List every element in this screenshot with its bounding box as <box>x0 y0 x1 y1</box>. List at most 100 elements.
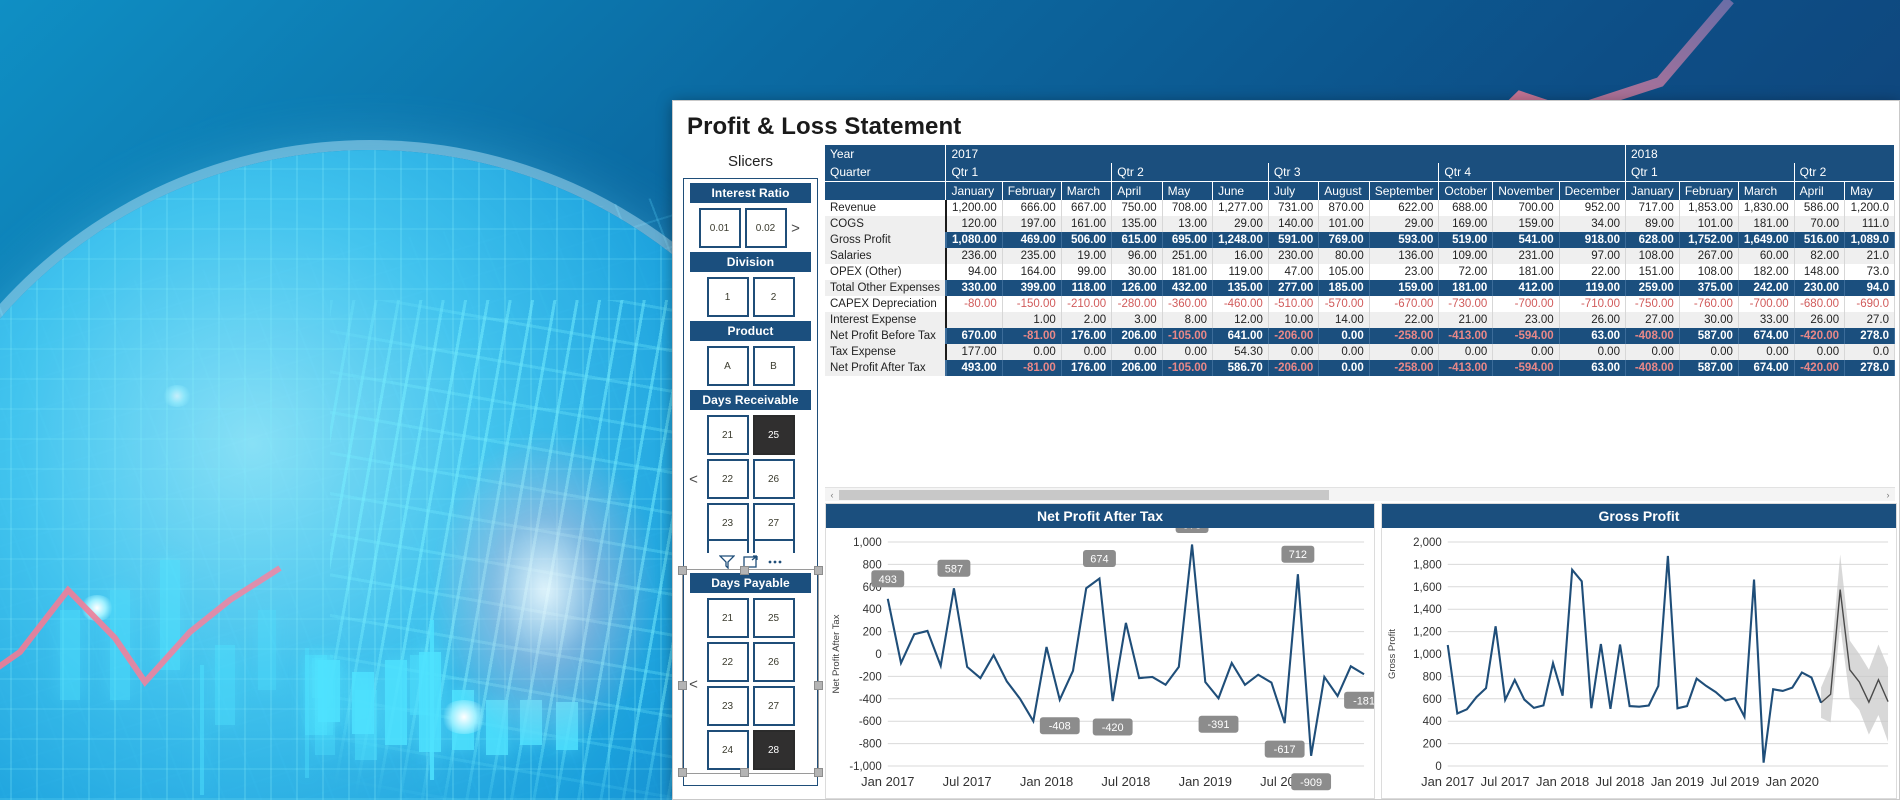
resize-handle-top-left[interactable] <box>678 566 687 575</box>
matrix-quarter-2: Qtr 3 <box>1268 163 1440 182</box>
chart-net-profit-after-tax[interactable]: Net Profit After Tax -1,000 -800 -600 -400 -… <box>825 503 1375 799</box>
resize-handle-top-right[interactable] <box>814 566 823 575</box>
matrix-cell: -730.00 <box>1438 296 1494 312</box>
matrix-horizontal-scrollbar[interactable]: ‹ › <box>825 487 1895 501</box>
matrix-cell: -258.00 <box>1369 360 1440 376</box>
resize-handle-bottom-right[interactable] <box>814 768 823 777</box>
slicer-option-days-payable-2[interactable]: 22 <box>706 642 749 682</box>
matrix-cell: 952.00 <box>1559 200 1626 216</box>
slicer-option-days-payable-1[interactable]: 25 <box>752 598 795 638</box>
matrix-month-3: April <box>1111 181 1163 200</box>
data-label-text: -408 <box>1049 721 1071 733</box>
matrix-cell: 1,277.00 <box>1212 200 1269 216</box>
matrix-cell: 80.00 <box>1318 248 1370 264</box>
matrix-cell: 750.00 <box>1111 200 1163 216</box>
slicer-option-days-receivable-partial-2[interactable] <box>752 539 795 553</box>
slicer-option-days-receivable-5[interactable]: 27 <box>752 503 795 543</box>
matrix-cell: -258.00 <box>1369 328 1440 344</box>
slicer-option-days-payable-3[interactable]: 26 <box>752 642 795 682</box>
slicer-option-interest-ratio-0[interactable]: 0.01 <box>698 208 741 248</box>
scroll-right-arrow-icon[interactable]: › <box>1881 490 1895 500</box>
slicer-option-days-payable-6[interactable]: 24 <box>706 730 749 770</box>
slicer-option-division-0[interactable]: 1 <box>706 277 749 317</box>
matrix-cell: 591.00 <box>1268 232 1320 248</box>
slicer-prev-arrow-icon-days-payable[interactable]: < <box>687 598 701 770</box>
scroll-left-arrow-icon[interactable]: ‹ <box>825 490 839 500</box>
slicer-option-days-payable-5[interactable]: 27 <box>752 686 795 726</box>
matrix-month-1: February <box>1002 181 1062 200</box>
slicer-option-days-receivable-2[interactable]: 22 <box>706 459 749 499</box>
matrix-cell: 185.00 <box>1318 280 1370 296</box>
matrix-cell: 519.00 <box>1438 232 1494 248</box>
table-row: Tax Expense 177.00 0.00 0.00 0.00 0.00 54.30 0.… <box>825 344 1895 360</box>
slicer-title-days-payable: Days Payable <box>690 573 811 593</box>
data-label-text: 712 <box>1289 549 1307 561</box>
visual-header-icons <box>684 555 817 569</box>
x-axis-tick: Jan 2017 <box>1421 774 1474 789</box>
matrix-row-label-7: Interest Expense <box>825 312 947 328</box>
matrix-cell: 118.00 <box>1061 280 1113 296</box>
resize-handle-bottom-left[interactable] <box>678 768 687 777</box>
y-axis-tick: 1,600 <box>1413 582 1442 594</box>
data-label: -181 <box>1344 691 1374 709</box>
y-axis-tick: -200 <box>859 671 882 683</box>
slicer-option-days-payable-4[interactable]: 23 <box>706 686 749 726</box>
slicer-option-product-0[interactable]: A <box>706 346 749 386</box>
matrix-cell: 63.00 <box>1559 360 1626 376</box>
slicer-next-arrow-icon[interactable]: > <box>789 220 803 237</box>
matrix-row-label-2: Gross Profit <box>825 232 947 248</box>
slicer-option-days-receivable-0[interactable]: 21 <box>706 415 749 455</box>
matrix-quarter-3: Qtr 4 <box>1438 163 1626 182</box>
matrix-cell: 230.00 <box>1268 248 1320 264</box>
slicer-option-interest-ratio-1[interactable]: 0.02 <box>744 208 787 248</box>
chart-gross-profit[interactable]: Gross Profit 0 200 400 600 800 1,000 1,200 1,40… <box>1381 503 1897 799</box>
slicer-option-division-1[interactable]: 2 <box>752 277 795 317</box>
slicer-title-days-receivable: Days Receivable <box>690 390 811 410</box>
y-axis-tick: 1,800 <box>1413 559 1442 571</box>
matrix-cell: 277.00 <box>1268 280 1320 296</box>
matrix-cell: 82.00 <box>1794 248 1846 264</box>
matrix-cell: 870.00 <box>1318 200 1370 216</box>
more-options-icon[interactable] <box>767 555 783 569</box>
matrix-cell: 181.00 <box>1492 264 1560 280</box>
x-axis-tick: Jul 2018 <box>1101 774 1150 789</box>
slicer-option-days-receivable-4[interactable]: 23 <box>706 503 749 543</box>
matrix-cell: 731.00 <box>1268 200 1320 216</box>
resize-handle-top-center[interactable] <box>740 566 749 575</box>
matrix-cell: 615.00 <box>1111 232 1163 248</box>
matrix-header: Year 2017 2018 Quarter Qtr 1 Qtr 2 Qtr 3… <box>825 145 1895 200</box>
slicer-option-days-receivable-partial[interactable] <box>706 539 749 553</box>
matrix-cell: 30.00 <box>1679 312 1739 328</box>
chart-svg-npat: -1,000-800-600-400-20002004006008001,000… <box>831 528 1374 791</box>
resize-handle-middle-left[interactable] <box>678 681 687 690</box>
matrix-cell: 176.00 <box>1061 328 1113 344</box>
scrollbar-thumb[interactable] <box>839 489 1329 500</box>
matrix-cell: -680.00 <box>1794 296 1846 312</box>
y-axis-tick: 1,400 <box>1413 604 1442 616</box>
resize-handle-bottom-center[interactable] <box>740 768 749 777</box>
matrix-cell: 1,830.00 <box>1738 200 1795 216</box>
matrix-row-label-6: CAPEX Depreciation <box>825 296 947 312</box>
slicer-option-days-payable-7[interactable]: 28 <box>752 730 795 770</box>
matrix-cell: 0.00 <box>1438 344 1494 360</box>
filter-icon[interactable] <box>718 555 735 569</box>
matrix-cell: 493.00 <box>945 360 1003 376</box>
scrollbar-track[interactable] <box>839 489 1881 500</box>
slicer-option-days-payable-0[interactable]: 21 <box>706 598 749 638</box>
profit-loss-matrix[interactable]: Year 2017 2018 Quarter Qtr 1 Qtr 2 Qtr 3… <box>825 145 1895 485</box>
matrix-cell: -594.00 <box>1492 360 1560 376</box>
slicer-option-days-receivable-3[interactable]: 26 <box>752 459 795 499</box>
data-label-text: -391 <box>1208 719 1230 731</box>
resize-handle-middle-right[interactable] <box>814 681 823 690</box>
background-pink-line-chart <box>0 565 282 687</box>
slicer-prev-arrow-icon-days-receivable[interactable]: < <box>687 415 701 543</box>
y-axis-tick: 800 <box>1423 671 1442 683</box>
y-axis-label: Net Profit After Tax <box>831 614 842 693</box>
matrix-cell: 54.30 <box>1212 344 1269 360</box>
slicer-option-days-receivable-1[interactable]: 25 <box>752 415 795 455</box>
matrix-cell: 1,200.00 <box>945 200 1003 216</box>
matrix-cell: 469.00 <box>1002 232 1062 248</box>
slicer-option-product-1[interactable]: B <box>752 346 795 386</box>
matrix-cell: -460.00 <box>1212 296 1269 312</box>
matrix-cell: 29.00 <box>1369 216 1440 232</box>
